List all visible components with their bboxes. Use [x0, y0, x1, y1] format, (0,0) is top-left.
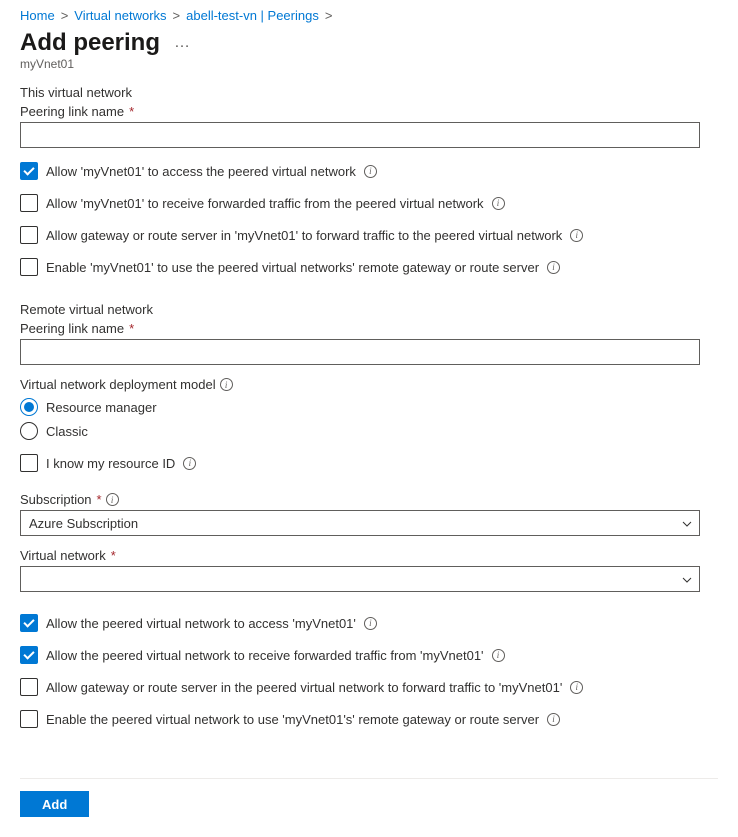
virtual-network-label: Virtual network* — [20, 548, 718, 563]
add-button[interactable]: Add — [20, 791, 89, 817]
remote-peering-link-label: Peering link name* — [20, 321, 718, 336]
deployment-model-classic-label: Classic — [46, 424, 88, 439]
required-indicator: * — [129, 321, 134, 336]
info-icon[interactable] — [220, 378, 233, 391]
info-icon[interactable] — [547, 261, 560, 274]
local-peering-link-label: Peering link name* — [20, 104, 718, 119]
info-icon[interactable] — [570, 681, 583, 694]
remote-peering-link-input[interactable] — [20, 339, 700, 365]
required-indicator: * — [129, 104, 134, 119]
subscription-value: Azure Subscription — [29, 516, 138, 531]
info-icon[interactable] — [183, 457, 196, 470]
chevron-right-icon: > — [325, 8, 333, 23]
local-receive-forwarded-label: Allow 'myVnet01' to receive forwarded tr… — [46, 196, 484, 211]
local-gateway-forward-label: Allow gateway or route server in 'myVnet… — [46, 228, 562, 243]
info-icon[interactable] — [492, 649, 505, 662]
local-peering-link-input[interactable] — [20, 122, 700, 148]
page-title: Add peering — [20, 29, 160, 57]
remote-use-remote-gateway-label: Enable the peered virtual network to use… — [46, 712, 539, 727]
subscription-select[interactable]: Azure Subscription — [20, 510, 700, 536]
required-indicator: * — [111, 548, 116, 563]
local-section-title: This virtual network — [20, 85, 718, 100]
breadcrumb: Home > Virtual networks > abell-test-vn … — [20, 8, 718, 23]
remote-receive-forwarded-checkbox[interactable] — [20, 646, 38, 664]
page-subtitle: myVnet01 — [20, 57, 718, 71]
local-receive-forwarded-checkbox[interactable] — [20, 194, 38, 212]
remote-allow-access-label: Allow the peered virtual network to acce… — [46, 616, 356, 631]
remote-allow-access-checkbox[interactable] — [20, 614, 38, 632]
chevron-down-icon — [681, 574, 691, 584]
know-resource-id-label: I know my resource ID — [46, 456, 175, 471]
info-icon[interactable] — [364, 617, 377, 630]
more-actions-button[interactable]: … — [170, 34, 194, 52]
deployment-model-rm-label: Resource manager — [46, 400, 157, 415]
local-gateway-forward-checkbox[interactable] — [20, 226, 38, 244]
info-icon[interactable] — [106, 493, 119, 506]
deployment-model-label: Virtual network deployment model — [20, 377, 718, 392]
remote-gateway-forward-label: Allow gateway or route server in the pee… — [46, 680, 562, 695]
remote-gateway-forward-checkbox[interactable] — [20, 678, 38, 696]
subscription-label: Subscription* — [20, 492, 718, 507]
chevron-right-icon: > — [61, 8, 69, 23]
info-icon[interactable] — [547, 713, 560, 726]
info-icon[interactable] — [570, 229, 583, 242]
know-resource-id-checkbox[interactable] — [20, 454, 38, 472]
local-allow-access-label: Allow 'myVnet01' to access the peered vi… — [46, 164, 356, 179]
required-indicator: * — [97, 492, 102, 507]
chevron-right-icon: > — [173, 8, 181, 23]
info-icon[interactable] — [492, 197, 505, 210]
local-use-remote-gateway-checkbox[interactable] — [20, 258, 38, 276]
virtual-network-select[interactable] — [20, 566, 700, 592]
remote-section-title: Remote virtual network — [20, 302, 718, 317]
remote-receive-forwarded-label: Allow the peered virtual network to rece… — [46, 648, 484, 663]
footer: Add — [20, 778, 718, 817]
breadcrumb-home[interactable]: Home — [20, 8, 55, 23]
local-use-remote-gateway-label: Enable 'myVnet01' to use the peered virt… — [46, 260, 539, 275]
remote-use-remote-gateway-checkbox[interactable] — [20, 710, 38, 728]
breadcrumb-virtual-networks[interactable]: Virtual networks — [74, 8, 166, 23]
info-icon[interactable] — [364, 165, 377, 178]
local-allow-access-checkbox[interactable] — [20, 162, 38, 180]
breadcrumb-vnet-peerings[interactable]: abell-test-vn | Peerings — [186, 8, 319, 23]
deployment-model-classic-radio[interactable] — [20, 422, 38, 440]
deployment-model-rm-radio[interactable] — [20, 398, 38, 416]
chevron-down-icon — [681, 518, 691, 528]
